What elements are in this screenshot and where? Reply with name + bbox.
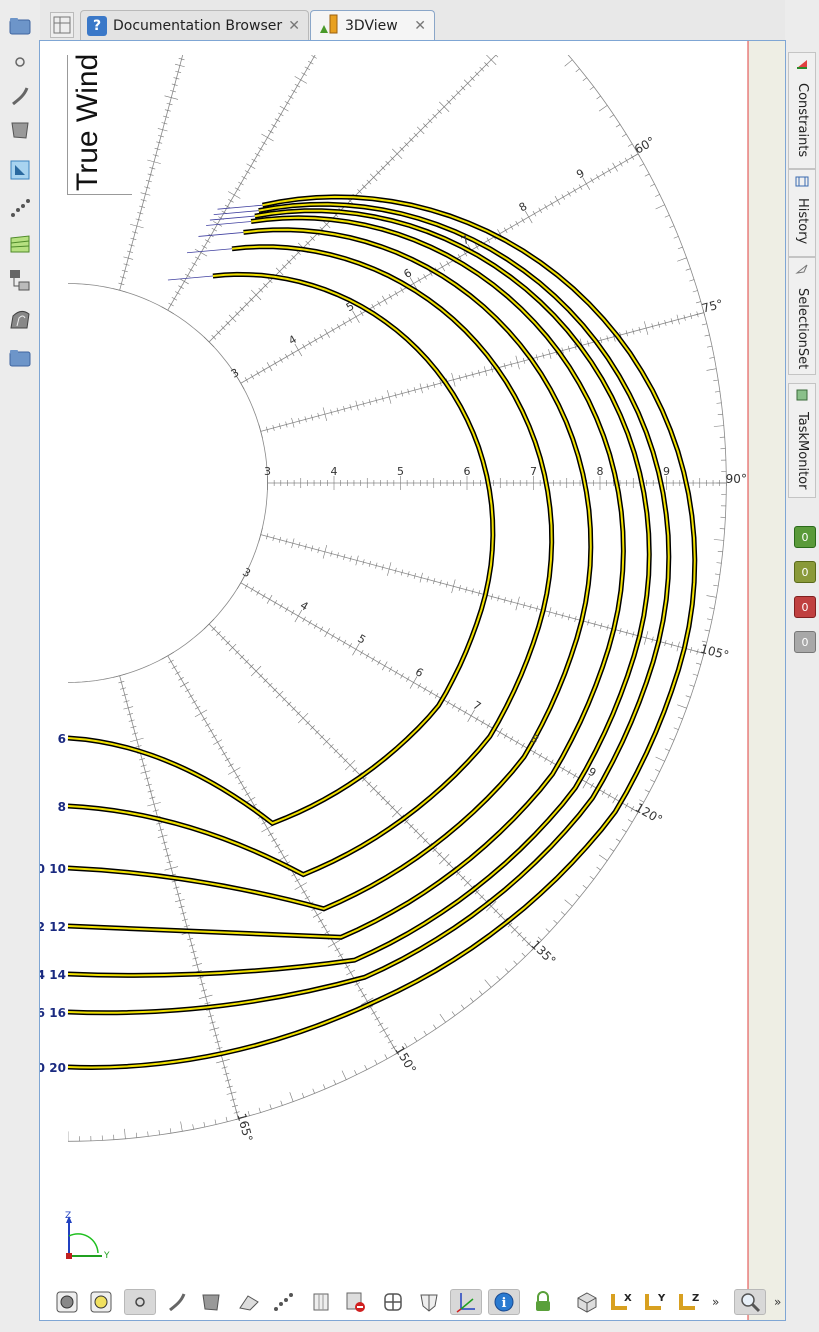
folder-icon[interactable] — [8, 14, 32, 38]
shell-icon[interactable] — [308, 1289, 334, 1315]
axis-z-label: Z — [65, 1211, 72, 1221]
help-icon: ? — [87, 15, 107, 36]
curve-label: 20 — [49, 1061, 66, 1075]
sketch-icon[interactable] — [8, 158, 32, 182]
constraints-icon — [797, 60, 807, 69]
curve-label: 8 — [58, 800, 66, 814]
more-icon[interactable]: » — [712, 1295, 719, 1309]
info-icon[interactable]: i — [488, 1289, 520, 1315]
curve-label: 10 — [49, 862, 66, 876]
circle-filter-icon[interactable] — [54, 1289, 80, 1315]
tab-documentation-browser[interactable]: ? Documentation Browser ✕ — [80, 10, 309, 40]
shield-icon[interactable] — [416, 1289, 442, 1315]
yellow-circle-icon[interactable] — [88, 1289, 114, 1315]
layout-icon[interactable] — [50, 12, 74, 38]
tab-selectionset[interactable]: SelectionSet — [788, 257, 816, 375]
right-dock: Constraints History SelectionSet TaskMon… — [786, 40, 819, 1332]
connect-icon[interactable] — [8, 268, 32, 292]
left-toolbar — [0, 0, 40, 1332]
radial-label: 7 — [530, 465, 537, 478]
title-box: True Wind — [67, 53, 132, 195]
point-filter-icon[interactable] — [124, 1289, 156, 1315]
svg-text:X: X — [624, 1293, 632, 1304]
surface-icon[interactable] — [8, 118, 32, 142]
chart-icon — [319, 13, 339, 39]
zoom-icon[interactable] — [734, 1289, 766, 1315]
surface-filter-icon[interactable] — [198, 1289, 224, 1315]
radial-label: 4 — [331, 465, 338, 478]
shell-icon[interactable] — [8, 308, 32, 332]
curve-label-left: 4 — [40, 968, 45, 982]
svg-text:Y: Y — [657, 1293, 666, 1304]
curve-label: 12 — [49, 920, 66, 934]
no-surface-icon[interactable] — [342, 1289, 368, 1315]
tab-label: Constraints — [795, 83, 810, 158]
close-icon[interactable]: ✕ — [414, 18, 426, 34]
tab-bar: ? Documentation Browser ✕ 3DView ✕ — [40, 0, 785, 41]
3d-viewport[interactable]: 15°30°45°60°75°90°105°120°135°150°165°34… — [39, 40, 786, 1321]
curve-label: 14 — [49, 968, 66, 982]
svg-text:i: i — [502, 1296, 507, 1311]
view-y-icon[interactable]: Y — [642, 1289, 668, 1315]
radial-label: 6 — [464, 465, 471, 478]
lock-icon[interactable] — [530, 1289, 556, 1315]
grid-icon[interactable] — [380, 1289, 406, 1315]
curve-label-left: 2 — [40, 920, 45, 934]
curve-label-left: 0 — [40, 1061, 45, 1075]
tab-taskmonitor[interactable]: TaskMonitor — [788, 383, 816, 498]
view-x-icon[interactable]: X — [608, 1289, 634, 1315]
tab-label: History — [795, 198, 810, 245]
curve-icon[interactable] — [8, 84, 32, 108]
tab-constraints[interactable]: Constraints — [788, 52, 816, 169]
monitor-icon — [796, 389, 808, 401]
status-error-badge[interactable]: 0 — [794, 596, 816, 618]
view-z-icon[interactable]: Z — [676, 1289, 702, 1315]
curve-label-left: 0 — [40, 862, 45, 876]
points-icon[interactable] — [8, 196, 32, 220]
more-icon[interactable]: » — [774, 1295, 781, 1309]
tab-label: SelectionSet — [795, 288, 810, 370]
tab-label: 3DView — [345, 18, 398, 34]
tab-label: Documentation Browser — [113, 17, 283, 34]
axis-triad: Z Y — [60, 1211, 120, 1266]
points-filter-icon[interactable] — [270, 1289, 296, 1315]
point-icon[interactable] — [8, 50, 32, 74]
axis-y-label: Y — [104, 1251, 110, 1261]
status-ok-badge[interactable]: 0 — [794, 526, 816, 548]
history-icon — [795, 176, 809, 187]
curve-filter-icon[interactable] — [164, 1289, 190, 1315]
close-icon[interactable]: ✕ — [288, 18, 300, 34]
status-info-badge[interactable]: 0 — [794, 631, 816, 653]
polar-diagram: 15°30°45°60°75°90°105°120°135°150°165°34… — [40, 41, 785, 1320]
radial-label: 9 — [663, 465, 670, 478]
tab-history[interactable]: History — [788, 169, 816, 257]
curve-label: 6 — [58, 732, 66, 746]
radial-label: 3 — [264, 465, 271, 478]
axis-icon[interactable] — [450, 1289, 482, 1315]
radial-label: 5 — [397, 465, 404, 478]
selection-icon — [795, 264, 808, 274]
status-warning-badge[interactable]: 0 — [794, 561, 816, 583]
svg-text:Z: Z — [692, 1293, 699, 1304]
layers-icon[interactable] — [8, 232, 32, 256]
tab-label: TaskMonitor — [795, 412, 810, 490]
radial-label: 8 — [597, 465, 604, 478]
bottom-toolbar: i X Y Z » » — [40, 1285, 785, 1319]
cube-view-icon[interactable] — [574, 1289, 600, 1315]
folder-icon[interactable] — [8, 346, 32, 370]
angle-label: 90° — [726, 472, 747, 486]
tab-3dview[interactable]: 3DView ✕ — [310, 10, 435, 41]
curve-label-left: 6 — [40, 1006, 45, 1020]
plane-filter-icon[interactable] — [236, 1289, 262, 1315]
diagram-title: True Wind — [71, 53, 104, 191]
curve-label: 16 — [49, 1006, 66, 1020]
